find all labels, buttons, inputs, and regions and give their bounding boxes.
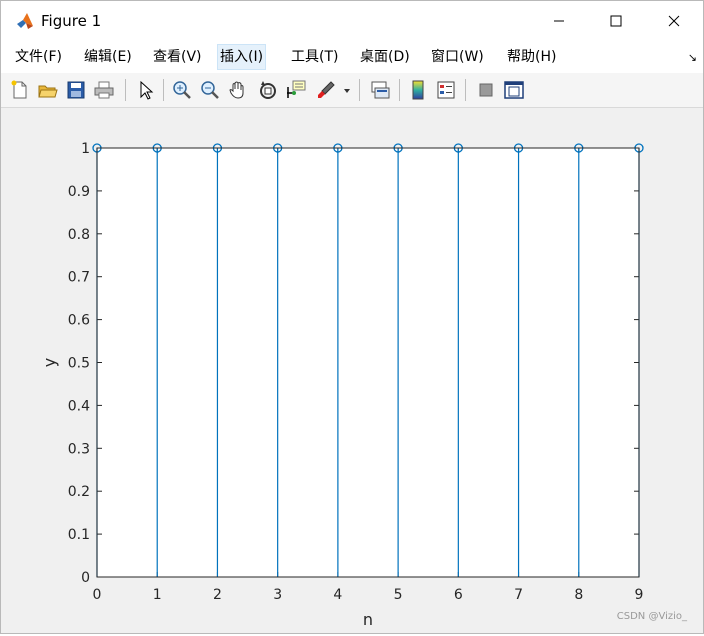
show-plot-tools-icon[interactable] bbox=[503, 79, 525, 101]
x-axis-label: n bbox=[363, 610, 373, 629]
x-tick-label: 0 bbox=[93, 587, 102, 603]
menu-bar: 文件(F) 编辑(E) 查看(V) 插入(I) 工具(T) 桌面(D) 窗口(W… bbox=[1, 41, 703, 73]
y-tick-label: 1 bbox=[81, 141, 90, 157]
x-tick-label: 6 bbox=[454, 587, 463, 603]
y-tick-label: 0.1 bbox=[68, 527, 90, 543]
menu-insert[interactable]: 插入(I) bbox=[217, 44, 267, 70]
link-plot-icon[interactable] bbox=[369, 79, 391, 101]
toolbar-separator bbox=[163, 79, 164, 101]
open-file-icon[interactable] bbox=[37, 79, 59, 101]
x-tick-label: 4 bbox=[333, 587, 342, 603]
x-tick-label: 7 bbox=[514, 587, 523, 603]
x-tick-label: 9 bbox=[635, 587, 644, 603]
y-tick-label: 0.3 bbox=[68, 441, 90, 457]
y-tick-label: 0.2 bbox=[68, 484, 90, 500]
x-tick-label: 2 bbox=[213, 587, 222, 603]
colorbar-icon[interactable] bbox=[407, 79, 429, 101]
menu-window[interactable]: 窗口(W) bbox=[429, 45, 486, 69]
y-tick-label: 0.6 bbox=[68, 313, 90, 329]
menu-help[interactable]: 帮助(H) bbox=[505, 45, 558, 69]
zoom-out-icon[interactable] bbox=[199, 79, 221, 101]
minimize-button[interactable] bbox=[536, 7, 582, 35]
hide-plot-tools-icon[interactable] bbox=[475, 79, 497, 101]
rotate-3d-icon[interactable] bbox=[257, 79, 279, 101]
y-tick-label: 0.4 bbox=[68, 398, 90, 414]
x-tick-label: 5 bbox=[394, 587, 403, 603]
y-tick-label: 0.9 bbox=[68, 184, 90, 200]
y-tick-label: 0.8 bbox=[68, 227, 90, 243]
close-icon bbox=[668, 15, 680, 27]
axes-background bbox=[97, 148, 639, 577]
watermark: CSDN @Vizio_ bbox=[616, 611, 687, 622]
menu-edit[interactable]: 编辑(E) bbox=[82, 45, 134, 69]
minimize-icon bbox=[554, 20, 564, 22]
new-figure-icon[interactable] bbox=[9, 79, 31, 101]
menu-view[interactable]: 查看(V) bbox=[151, 45, 204, 69]
print-icon[interactable] bbox=[93, 79, 115, 101]
menu-tools[interactable]: 工具(T) bbox=[289, 45, 340, 69]
toolbar-separator bbox=[125, 79, 126, 101]
save-icon[interactable] bbox=[65, 79, 87, 101]
y-tick-label: 0.7 bbox=[68, 270, 90, 286]
brush-dropdown-icon[interactable] bbox=[341, 79, 353, 101]
pan-hand-icon[interactable] bbox=[227, 79, 249, 101]
legend-icon[interactable] bbox=[435, 79, 457, 101]
y-tick-label: 0.5 bbox=[68, 356, 90, 372]
brush-icon[interactable] bbox=[315, 79, 337, 101]
x-tick-label: 3 bbox=[273, 587, 282, 603]
toolbar-separator bbox=[465, 79, 466, 101]
matlab-logo-icon bbox=[15, 11, 35, 31]
toolbar-separator bbox=[359, 79, 360, 101]
dock-arrow-icon[interactable]: ↘ bbox=[688, 51, 697, 64]
toolbar-separator bbox=[399, 79, 400, 101]
menu-desktop[interactable]: 桌面(D) bbox=[358, 45, 412, 69]
stem-plot[interactable]: 0 0.1 0.2 0.3 0.4 0.5 0.6 0.7 0.8 0.9 1 0 1 2 3 4 5 6 7 8 9 n… bbox=[5, 108, 701, 632]
x-tick-label: 8 bbox=[574, 587, 583, 603]
data-cursor-icon[interactable] bbox=[285, 79, 307, 101]
figure-canvas: 0 0.1 0.2 0.3 0.4 0.5 0.6 0.7 0.8 0.9 1 0 1 2 3 4 5 6 7 8 9 n… bbox=[5, 108, 701, 632]
window-title: Figure 1 bbox=[41, 12, 102, 30]
title-bar: Figure 1 bbox=[1, 1, 703, 41]
x-tick-label: 1 bbox=[153, 587, 162, 603]
figure-toolbar bbox=[1, 73, 703, 108]
pointer-icon[interactable] bbox=[135, 79, 157, 101]
close-button[interactable] bbox=[651, 7, 697, 35]
maximize-icon bbox=[610, 15, 622, 27]
zoom-in-icon[interactable] bbox=[171, 79, 193, 101]
y-tick-label: 0 bbox=[81, 570, 90, 586]
y-axis-label: y bbox=[40, 358, 59, 367]
maximize-button[interactable] bbox=[593, 7, 639, 35]
menu-file[interactable]: 文件(F) bbox=[13, 45, 64, 69]
figure-window: Figure 1 文件(F) 编辑(E) 查看(V) 插入(I) 工具(T) 桌… bbox=[0, 0, 704, 634]
